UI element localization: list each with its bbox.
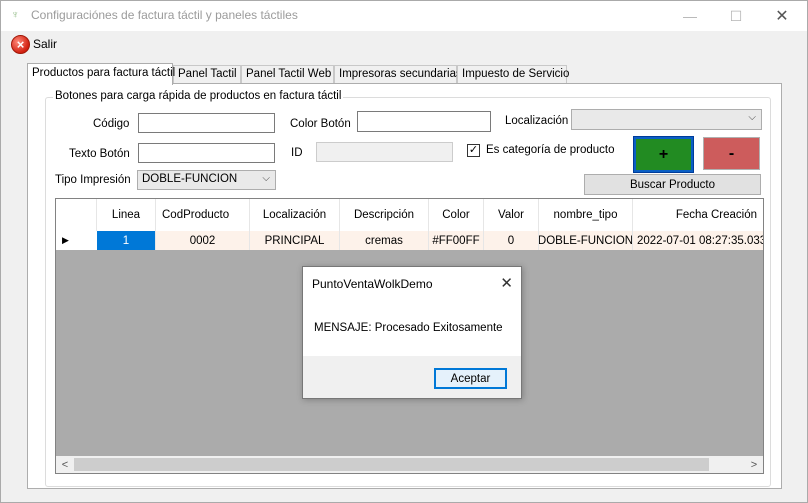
- cell-fecha-creacion[interactable]: 2022-07-01 08:27:35.0333: [633, 231, 763, 250]
- codigo-label: Código: [93, 118, 130, 130]
- cell-localizacion[interactable]: PRINCIPAL: [250, 231, 340, 250]
- tab-panel-tactil-web[interactable]: Panel Tactil Web: [241, 65, 334, 84]
- column-header-localizacion[interactable]: Localización: [250, 199, 340, 231]
- es-categoria-checkbox[interactable]: ✓: [467, 144, 480, 157]
- tipo-impresion-select[interactable]: DOBLE-FUNCION ⌵: [137, 170, 276, 190]
- table-row[interactable]: ▶ 1 0002 PRINCIPAL cremas #FF00FF 0 DOBL…: [56, 231, 763, 250]
- column-header-descripcion[interactable]: Descripción: [340, 199, 429, 231]
- row-current-indicator-icon: ▶: [56, 231, 97, 250]
- texto-boton-label: Texto Botón: [69, 148, 130, 160]
- app-icon: ♆: [11, 9, 20, 21]
- column-header-linea[interactable]: Linea: [97, 199, 156, 231]
- scroll-left-icon[interactable]: <: [58, 457, 72, 472]
- exit-label: Salir: [33, 37, 58, 51]
- add-button[interactable]: +: [633, 136, 694, 173]
- localizacion-label: Localización: [505, 115, 569, 127]
- cell-color[interactable]: #FF00FF: [429, 231, 484, 250]
- close-icon[interactable]: ✕: [500, 274, 513, 292]
- tab-impresoras-secundarias[interactable]: Impresoras secundarias: [334, 65, 462, 84]
- codigo-input[interactable]: [138, 113, 275, 133]
- minimize-button[interactable]: —: [667, 1, 713, 31]
- color-boton-input[interactable]: [357, 111, 491, 132]
- horizontal-scrollbar[interactable]: < >: [56, 456, 763, 473]
- search-product-button[interactable]: Buscar Producto: [584, 174, 761, 195]
- close-window-button[interactable]: ✕: [759, 1, 805, 31]
- accept-button[interactable]: Aceptar: [434, 368, 507, 389]
- group-title: Botones para carga rápida de productos e…: [53, 90, 344, 102]
- id-input: [316, 142, 453, 162]
- scrollbar-thumb[interactable]: [74, 458, 709, 471]
- row-header-corner: [56, 199, 97, 231]
- cell-nombre-tipo[interactable]: DOBLE-FUNCION: [539, 231, 633, 250]
- chevron-down-icon: ⌵: [748, 112, 756, 123]
- dialog-title: PuntoVentaWolkDemo: [312, 277, 433, 291]
- main-window: ♆ Configuraciónes de factura táctil y pa…: [0, 0, 808, 503]
- column-header-fecha-creacion[interactable]: Fecha Creación: [633, 199, 763, 231]
- tipo-impresion-label: Tipo Impresión: [55, 174, 131, 186]
- tab-productos-factura-tactil[interactable]: Productos para factura táctil: [27, 63, 175, 85]
- message-dialog: PuntoVentaWolkDemo ✕ MENSAJE: Procesado …: [302, 266, 522, 399]
- cell-codproducto[interactable]: 0002: [156, 231, 250, 250]
- cell-linea[interactable]: 1: [97, 231, 156, 250]
- dialog-footer: Aceptar: [303, 356, 521, 398]
- grid-header: Linea CodProducto Localización Descripci…: [56, 199, 763, 231]
- texto-boton-input[interactable]: [138, 143, 275, 163]
- localizacion-select[interactable]: ⌵: [571, 109, 762, 130]
- menu-bar: × Salir: [1, 31, 807, 57]
- remove-button[interactable]: -: [703, 137, 760, 170]
- title-bar[interactable]: ♆ Configuraciónes de factura táctil y pa…: [1, 1, 807, 31]
- column-header-valor[interactable]: Valor: [484, 199, 539, 231]
- exit-menu-item[interactable]: × Salir: [11, 34, 57, 54]
- dialog-message: MENSAJE: Procesado Exitosamente: [314, 322, 503, 334]
- scroll-right-icon[interactable]: >: [747, 457, 761, 472]
- tipo-impresion-value: DOBLE-FUNCION: [142, 173, 238, 185]
- cell-descripcion[interactable]: cremas: [340, 231, 429, 250]
- column-header-nombre-tipo[interactable]: nombre_tipo: [539, 199, 633, 231]
- cell-valor[interactable]: 0: [484, 231, 539, 250]
- exit-icon: ×: [11, 34, 30, 54]
- id-label: ID: [291, 147, 303, 159]
- color-boton-label: Color Botón: [290, 118, 351, 130]
- maximize-button[interactable]: ☐: [713, 1, 759, 31]
- es-categoria-label: Es categoría de producto: [486, 144, 615, 156]
- chevron-down-icon: ⌵: [262, 173, 270, 184]
- column-header-codproducto[interactable]: CodProducto: [156, 199, 250, 231]
- window-title: Configuraciónes de factura táctil y pane…: [31, 8, 298, 22]
- tab-panel-tactil[interactable]: Panel Tactil: [173, 65, 241, 84]
- tab-impuesto-servicio[interactable]: Impuesto de Servicio: [457, 65, 569, 84]
- column-header-color[interactable]: Color: [429, 199, 484, 231]
